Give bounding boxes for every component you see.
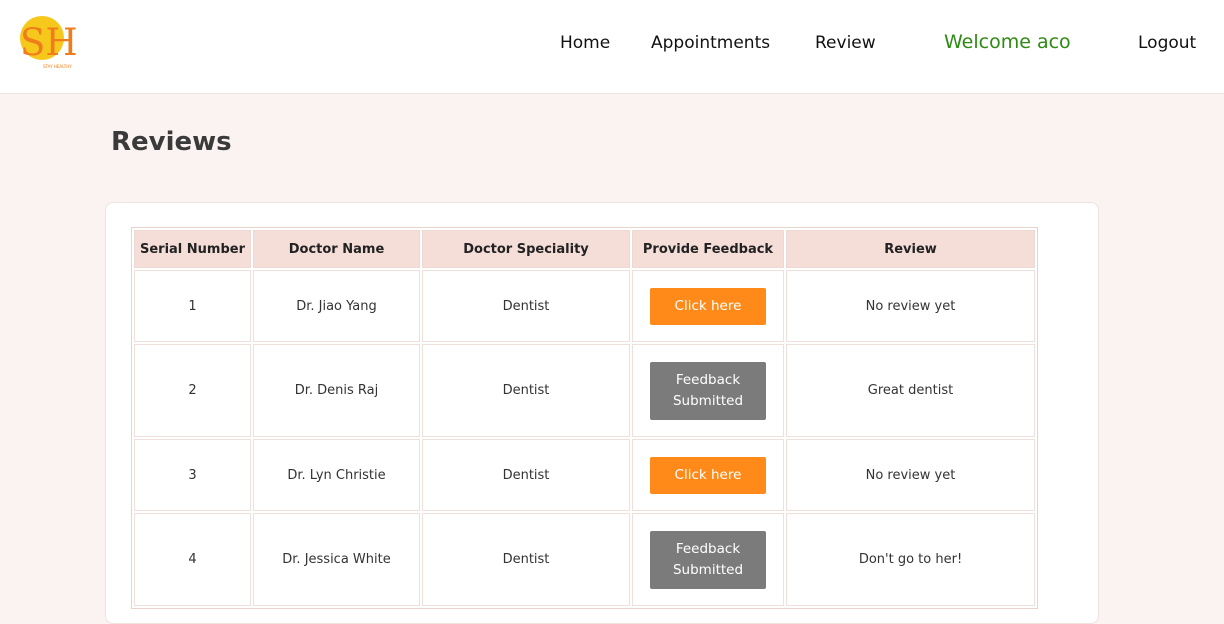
table-header-row: Serial Number Doctor Name Doctor Special…: [134, 230, 1035, 268]
feedback-cell: Feedback Submitted: [632, 344, 784, 437]
feedback-cell: Click here: [632, 439, 784, 511]
logo-tagline: STAY HEALTHY: [43, 64, 72, 69]
review-cell: No review yet: [786, 270, 1035, 342]
serial-cell: 4: [134, 513, 251, 606]
navbar: SH STAY HEALTHY Home Appointments Review…: [0, 0, 1224, 94]
logo-letters: SH: [20, 21, 78, 64]
speciality-cell: Dentist: [422, 439, 630, 511]
speciality-cell: Dentist: [422, 270, 630, 342]
feedback-submitted-line1: Feedback: [675, 371, 741, 388]
serial-cell: 3: [134, 439, 251, 511]
doctor-name-cell: Dr. Jessica White: [253, 513, 420, 606]
header-doctor-speciality: Doctor Speciality: [422, 230, 630, 268]
speciality-cell: Dentist: [422, 513, 630, 606]
serial-cell: 2: [134, 344, 251, 437]
header-serial-number: Serial Number: [134, 230, 251, 268]
doctor-name-cell: Dr. Denis Raj: [253, 344, 420, 437]
table-row: 2 Dr. Denis Raj Dentist Feedback Submitt…: [134, 344, 1035, 437]
nav-review-link[interactable]: Review: [815, 33, 876, 53]
feedback-submitted-button[interactable]: Feedback Submitted: [650, 530, 766, 589]
page-title: Reviews: [111, 127, 232, 157]
doctor-name-cell: Dr. Lyn Christie: [253, 439, 420, 511]
table-row: 4 Dr. Jessica White Dentist Feedback Sub…: [134, 513, 1035, 606]
click-here-button[interactable]: Click here: [650, 456, 766, 494]
welcome-message: Welcome aco: [944, 31, 1071, 53]
nav-appointments-link[interactable]: Appointments: [651, 33, 770, 53]
feedback-cell: Feedback Submitted: [632, 513, 784, 606]
header-review: Review: [786, 230, 1035, 268]
review-cell: Great dentist: [786, 344, 1035, 437]
logout-link[interactable]: Logout: [1138, 33, 1196, 53]
table-row: 1 Dr. Jiao Yang Dentist Click here No re…: [134, 270, 1035, 342]
review-cell: No review yet: [786, 439, 1035, 511]
feedback-submitted-line1: Feedback: [675, 540, 741, 557]
speciality-cell: Dentist: [422, 344, 630, 437]
feedback-cell: Click here: [632, 270, 784, 342]
feedback-submitted-line2: Submitted: [672, 392, 744, 409]
feedback-submitted-line2: Submitted: [672, 561, 744, 578]
header-doctor-name: Doctor Name: [253, 230, 420, 268]
serial-cell: 1: [134, 270, 251, 342]
header-provide-feedback: Provide Feedback: [632, 230, 784, 268]
nav-home-link[interactable]: Home: [560, 33, 610, 53]
feedback-submitted-button[interactable]: Feedback Submitted: [650, 361, 766, 420]
review-cell: Don't go to her!: [786, 513, 1035, 606]
reviews-table: Serial Number Doctor Name Doctor Special…: [131, 227, 1038, 609]
click-here-button[interactable]: Click here: [650, 287, 766, 325]
table-row: 3 Dr. Lyn Christie Dentist Click here No…: [134, 439, 1035, 511]
stay-healthy-logo[interactable]: SH STAY HEALTHY: [18, 14, 90, 70]
doctor-name-cell: Dr. Jiao Yang: [253, 270, 420, 342]
